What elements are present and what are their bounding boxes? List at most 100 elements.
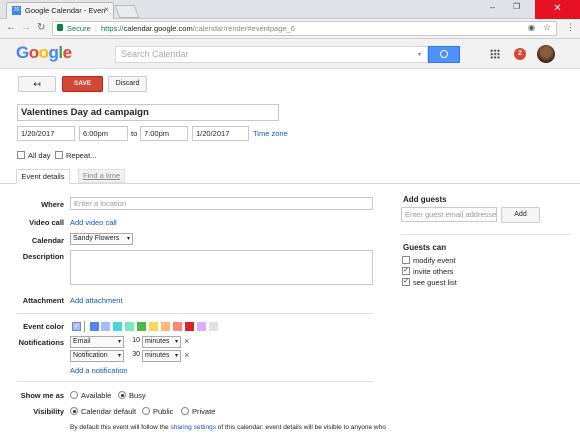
allday-checkbox[interactable]: [17, 151, 25, 159]
tab-close-icon[interactable]: ×: [104, 5, 109, 14]
available-radio[interactable]: [70, 391, 78, 399]
event-color-label: Event color: [23, 322, 64, 331]
back-nav-icon[interactable]: ←: [6, 22, 16, 33]
busy-radio[interactable]: [118, 391, 126, 399]
bookmark-star-icon[interactable]: ☆: [543, 22, 551, 33]
see-guest-list-checkbox[interactable]: ✓: [402, 278, 410, 286]
url-path: /calendar/render#eventpage_6: [192, 24, 295, 33]
where-input[interactable]: Enter a location: [70, 197, 373, 210]
color-swatch[interactable]: [173, 322, 182, 331]
notification-amount-input-2[interactable]: 30: [127, 350, 140, 362]
reload-icon[interactable]: ↻: [37, 22, 45, 33]
notification-unit-1: minutes: [145, 338, 170, 345]
remove-notification-icon-2[interactable]: ×: [184, 350, 189, 360]
public-radio[interactable]: [142, 407, 150, 415]
notification-amount-input-1[interactable]: 10: [127, 336, 140, 348]
notification-badge[interactable]: 2: [514, 48, 526, 60]
repeat-checkbox[interactable]: [55, 151, 63, 159]
avatar[interactable]: [537, 45, 555, 63]
calendar-select[interactable]: Sandy Flowers ▾: [70, 233, 133, 245]
add-guest-button[interactable]: Add: [501, 207, 540, 223]
busy-label: Busy: [129, 391, 146, 400]
color-swatch[interactable]: [209, 322, 218, 331]
guest-email-input[interactable]: Enter guest email addresses: [401, 207, 497, 222]
notification-unit-select-2[interactable]: minutes ▾: [142, 350, 181, 362]
form-divider-1: [17, 313, 373, 314]
address-bar[interactable]: Secure | https://calendar.google.com/cal…: [52, 21, 557, 36]
chevron-down-icon: ▾: [117, 353, 121, 359]
add-guests-title: Add guests: [403, 195, 447, 204]
url-text: https://calendar.google.com/calendar/ren…: [101, 24, 295, 33]
color-swatch-selected[interactable]: ✓: [72, 322, 81, 331]
new-tab-button[interactable]: [114, 5, 140, 18]
calendar-value: Sandy Flowers: [73, 235, 120, 242]
browser-tab[interactable]: 20 Google Calendar - Even ×: [6, 2, 114, 19]
available-label: Available: [81, 391, 112, 400]
discard-button[interactable]: Discard: [108, 76, 147, 92]
secure-label: Secure: [67, 24, 91, 33]
timezone-link[interactable]: Time zone: [253, 129, 288, 138]
notification-unit-2: minutes: [145, 352, 170, 359]
save-button[interactable]: SAVE: [62, 76, 103, 92]
notifications-label: Notifications: [18, 338, 64, 347]
visibility-label: Visibility: [33, 407, 64, 416]
tab-title: Google Calendar - Even: [25, 6, 105, 15]
tab-find-a-time-label: Find a time: [82, 171, 121, 180]
app-header: Google Search Calendar ▾ 2: [0, 39, 580, 69]
end-time-input[interactable]: 7:00pm: [140, 126, 188, 141]
menu-icon[interactable]: ⋮: [566, 22, 575, 33]
color-swatch[interactable]: [125, 322, 134, 331]
calendar-default-radio[interactable]: [70, 407, 78, 415]
invite-others-checkbox[interactable]: ✓: [402, 267, 410, 275]
sharing-settings-link[interactable]: sharing settings: [170, 424, 216, 431]
color-swatch[interactable]: [137, 322, 146, 331]
forward-nav-icon[interactable]: →: [21, 22, 31, 33]
add-notification-link[interactable]: Add a notification: [70, 366, 128, 375]
color-swatch[interactable]: [185, 322, 194, 331]
search-input[interactable]: Search Calendar ▾: [115, 46, 428, 63]
notification-method-select-1[interactable]: Email ▾: [70, 336, 124, 348]
search-placeholder: Search Calendar: [121, 49, 189, 59]
private-label: Private: [192, 407, 216, 416]
where-label: Where: [41, 200, 64, 209]
chevron-down-icon: ▾: [126, 236, 130, 242]
remove-notification-icon-1[interactable]: ×: [184, 336, 189, 346]
end-date-input[interactable]: 1/20/2017: [192, 126, 249, 141]
calendar-label: Calendar: [31, 236, 64, 245]
search-button[interactable]: [428, 46, 460, 63]
url-host: calendar.google.com: [123, 24, 193, 33]
eye-icon[interactable]: ◉: [528, 23, 535, 32]
description-label: Description: [22, 252, 64, 261]
browser-toolbar: ← → ↻ Secure | https://calendar.google.c…: [0, 19, 580, 39]
discard-label: Discard: [115, 80, 140, 87]
search-dropdown-icon[interactable]: ▾: [418, 51, 421, 58]
tab-event-details[interactable]: Event details: [16, 169, 70, 184]
notification-method-select-2[interactable]: Notification ▾: [70, 350, 124, 362]
start-date-input[interactable]: 1/20/2017: [17, 126, 75, 141]
add-attachment-link[interactable]: Add attachment: [70, 296, 123, 305]
window-close-icon[interactable]: ✕: [535, 0, 580, 19]
color-swatch[interactable]: [161, 322, 170, 331]
add-guest-label: Add: [514, 211, 527, 218]
back-arrow-icon: ↤: [33, 79, 41, 89]
modify-event-checkbox[interactable]: [402, 256, 410, 264]
window-restore-icon[interactable]: ❐: [513, 2, 520, 11]
apps-grid-icon[interactable]: [490, 49, 500, 59]
color-swatch[interactable]: [197, 322, 206, 331]
start-time-input[interactable]: 6:00pm: [79, 126, 128, 141]
description-textarea[interactable]: [70, 250, 373, 285]
url-divider: |: [95, 24, 97, 33]
window-minimize-icon[interactable]: ‒: [490, 2, 495, 12]
notification-unit-select-1[interactable]: minutes ▾: [142, 336, 181, 348]
google-logo: Google: [16, 43, 72, 62]
color-swatch[interactable]: [90, 322, 99, 331]
color-swatch[interactable]: [101, 322, 110, 331]
add-video-call-link[interactable]: Add video call: [70, 218, 117, 227]
event-title-input[interactable]: Valentines Day ad campaign: [17, 104, 279, 121]
private-radio[interactable]: [181, 407, 189, 415]
color-swatch[interactable]: [113, 322, 122, 331]
tab-find-a-time[interactable]: Find a time: [78, 169, 125, 183]
back-button[interactable]: ↤: [18, 76, 56, 92]
search-icon: [440, 50, 448, 58]
color-swatch[interactable]: [149, 322, 158, 331]
